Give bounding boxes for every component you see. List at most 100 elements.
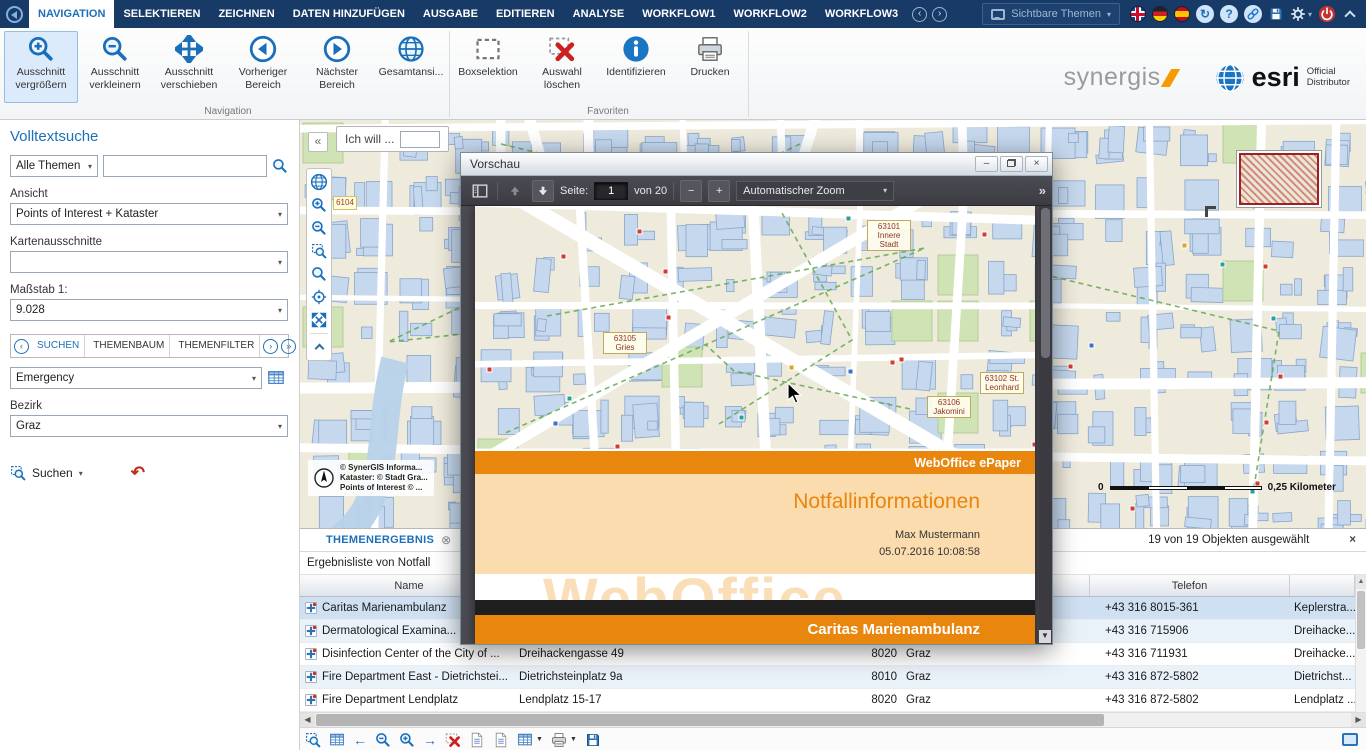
- table-row[interactable]: Fire Department East - Dietrichstei... D…: [300, 666, 1366, 689]
- ich-will-input[interactable]: [400, 131, 440, 148]
- tab-themenbaum[interactable]: THEMENBAUM: [88, 335, 170, 357]
- zoom-mode-select[interactable]: Automatischer Zoom ▾: [736, 181, 894, 201]
- box-select-button[interactable]: Boxselektion: [451, 31, 525, 103]
- scroll-right-icon[interactable]: ▶: [1351, 713, 1366, 727]
- zoom-out-button[interactable]: Ausschnitt verkleinern: [78, 31, 152, 103]
- scroll-down-icon[interactable]: ▼: [1039, 630, 1051, 643]
- previous-page-arrow-icon[interactable]: [504, 180, 526, 202]
- ich-will-widget[interactable]: Ich will ...: [336, 126, 449, 152]
- menu-tab-workflow2[interactable]: WORKFLOW2: [725, 0, 816, 28]
- tabbar-scroll-right-icon[interactable]: ›: [263, 339, 278, 354]
- language-flag-uk-icon[interactable]: [1130, 6, 1146, 22]
- kartenausschnitte-select[interactable]: ▾: [10, 251, 288, 273]
- next-page-icon[interactable]: →: [423, 732, 437, 748]
- toggle-sidebar-icon[interactable]: [469, 180, 491, 202]
- menu-tab-workflow3[interactable]: WORKFLOW3: [816, 0, 907, 28]
- tab-themenfilter[interactable]: THEMENFILTER: [173, 335, 260, 357]
- preview-content[interactable]: 63101 Innere Stadt 63105 Gries 63106 Jak…: [461, 206, 1052, 644]
- massstab-select[interactable]: 9.028▾: [10, 299, 288, 321]
- open-table-icon[interactable]: [329, 732, 345, 748]
- refresh-icon[interactable]: ↻: [1196, 5, 1214, 23]
- preview-scrollbar[interactable]: [1039, 206, 1052, 644]
- user-session-icon[interactable]: [1342, 733, 1358, 746]
- close-results-icon[interactable]: ⊗: [441, 533, 451, 547]
- search-icon[interactable]: [272, 158, 288, 174]
- results-vertical-scrollbar[interactable]: ▲: [1355, 575, 1366, 712]
- clear-results-icon[interactable]: [445, 732, 461, 748]
- table-options-icon[interactable]: [517, 732, 533, 748]
- results-panel-title[interactable]: THEMENERGEBNIS: [326, 534, 434, 546]
- identify-button[interactable]: Identifizieren: [599, 31, 673, 103]
- zoom-in-button[interactable]: Ausschnitt vergrößern: [4, 31, 78, 103]
- center-map-icon[interactable]: [308, 287, 330, 307]
- print-results-icon[interactable]: [551, 732, 567, 748]
- table-row[interactable]: Disinfection Center of the City of ... D…: [300, 643, 1366, 666]
- full-extent-button[interactable]: Gesamtansi...: [374, 31, 448, 103]
- column-header[interactable]: [1290, 575, 1355, 596]
- minimize-icon[interactable]: –: [975, 156, 998, 172]
- theme-filter-select[interactable]: Alle Themen▾: [10, 155, 98, 177]
- results-horizontal-scrollbar[interactable]: ◀ ▶: [300, 712, 1366, 727]
- settings-gear-icon[interactable]: ▾: [1290, 6, 1312, 22]
- zoom-to-results-icon[interactable]: [305, 732, 321, 748]
- logout-power-icon[interactable]: [1318, 5, 1336, 23]
- menu-tab-analyse[interactable]: ANALYSE: [564, 0, 634, 28]
- suchen-button[interactable]: Suchen: [32, 466, 73, 480]
- menu-tab-ausgabe[interactable]: AUSGABE: [414, 0, 487, 28]
- dialog-titlebar[interactable]: Vorschau – ×: [461, 153, 1052, 176]
- map-zoom-in-icon[interactable]: [308, 195, 330, 215]
- scroll-left-icon[interactable]: ◀: [300, 713, 315, 727]
- link-icon[interactable]: [1244, 5, 1262, 23]
- pan-button[interactable]: Ausschnitt verschieben: [152, 31, 226, 103]
- reset-search-icon[interactable]: ↶: [131, 466, 145, 480]
- export-document-icon[interactable]: [469, 732, 485, 748]
- print-caret-icon[interactable]: ▼: [570, 736, 577, 743]
- search-theme-select[interactable]: Emergency▾: [10, 367, 262, 389]
- help-icon[interactable]: ?: [1220, 5, 1238, 23]
- menu-tab-selektieren[interactable]: SELEKTIEREN: [114, 0, 209, 28]
- previous-extent-button[interactable]: Vorheriger Bereich: [226, 31, 300, 103]
- menu-tab-editieren[interactable]: EDITIEREN: [487, 0, 564, 28]
- next-page-arrow-icon[interactable]: [532, 180, 554, 202]
- menu-tab-daten-hinzufuegen[interactable]: DATEN HINZUFÜGEN: [284, 0, 414, 28]
- zoom-in-page-icon[interactable]: +: [708, 180, 730, 202]
- clear-selection-status-icon[interactable]: ×: [1349, 534, 1356, 546]
- tab-scroll-left-icon[interactable]: ‹: [912, 7, 927, 22]
- fulltext-search-input[interactable]: [103, 155, 267, 177]
- next-extent-button[interactable]: Nächster Bereich: [300, 31, 374, 103]
- collapse-map-toolbar-icon[interactable]: [308, 337, 330, 357]
- collapse-ribbon-icon[interactable]: [1344, 10, 1355, 21]
- scrollbar-thumb[interactable]: [1357, 591, 1365, 649]
- scroll-up-icon[interactable]: ▲: [1356, 575, 1366, 589]
- menu-tab-zeichnen[interactable]: ZEICHNEN: [209, 0, 283, 28]
- zoom-last-icon[interactable]: [308, 264, 330, 284]
- weboffice-home-icon[interactable]: [6, 6, 23, 23]
- suchen-dropdown-icon[interactable]: ▾: [79, 469, 83, 478]
- scrollbar-thumb[interactable]: [316, 714, 1104, 726]
- tabbar-more-icon[interactable]: »: [281, 339, 296, 354]
- tab-suchen[interactable]: SUCHEN: [32, 335, 85, 357]
- visible-themes-dropdown[interactable]: Sichtbare Themen ▾: [982, 3, 1120, 25]
- language-flag-de-icon[interactable]: [1152, 6, 1168, 22]
- overview-map[interactable]: [1236, 150, 1322, 208]
- previous-page-icon[interactable]: ←: [353, 732, 367, 748]
- report-document-icon[interactable]: [493, 732, 509, 748]
- column-header-telefon[interactable]: Telefon: [1090, 575, 1290, 596]
- print-button[interactable]: Drucken: [673, 31, 747, 103]
- bezirk-select[interactable]: Graz▾: [10, 415, 288, 437]
- tabbar-scroll-left-icon[interactable]: ‹: [14, 339, 29, 354]
- search-form-icon[interactable]: [267, 369, 285, 387]
- full-screen-icon[interactable]: [308, 310, 330, 330]
- menu-tab-navigation[interactable]: NAVIGATION: [29, 0, 114, 28]
- menu-tab-workflow1[interactable]: WORKFLOW1: [633, 0, 724, 28]
- language-flag-es-icon[interactable]: [1174, 6, 1190, 22]
- close-icon[interactable]: ×: [1025, 156, 1048, 172]
- table-row[interactable]: Fire Department Lendplatz Lendplatz 15-1…: [300, 689, 1366, 712]
- ansicht-select[interactable]: Points of Interest + Kataster▾: [10, 203, 288, 225]
- zoom-window-icon[interactable]: [308, 241, 330, 261]
- restore-icon[interactable]: [1000, 156, 1023, 172]
- zoom-in-results-icon[interactable]: [399, 732, 415, 748]
- save-session-icon[interactable]: [1268, 6, 1284, 22]
- more-tools-icon[interactable]: »: [1039, 183, 1044, 198]
- page-number-input[interactable]: [594, 182, 628, 200]
